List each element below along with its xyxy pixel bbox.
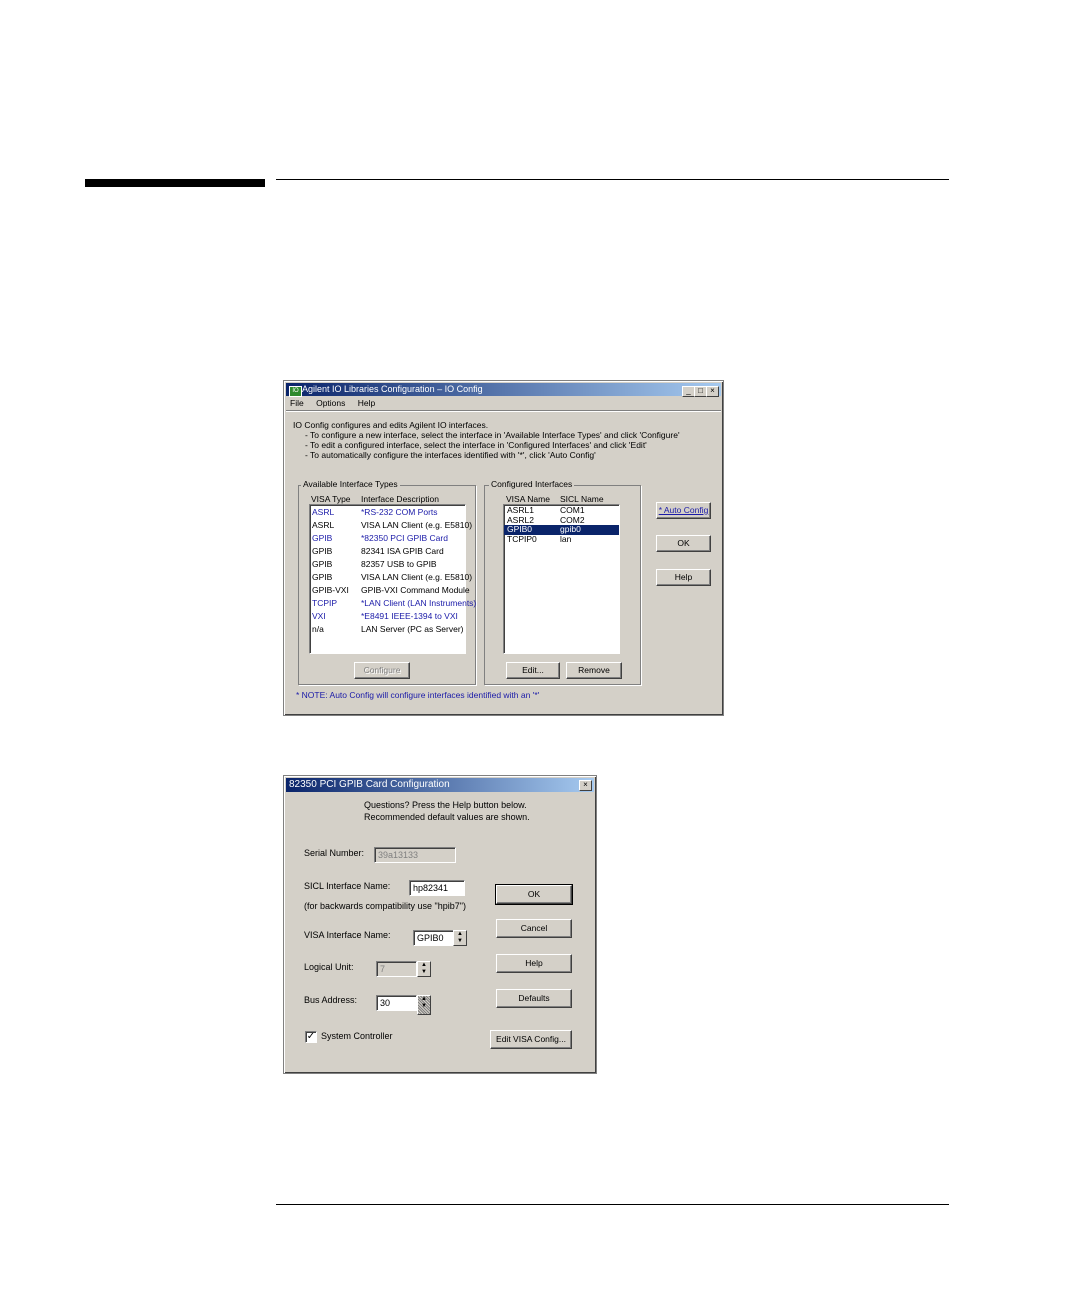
help-hint-line2: Recommended default values are shown.	[364, 812, 530, 822]
configure-button[interactable]: Configure	[354, 662, 410, 679]
interface-description-cell: LAN Server (PC as Server)	[361, 624, 464, 634]
col-sicl-name: SICL Name	[560, 494, 604, 504]
visa-type-cell: ASRL	[312, 520, 335, 530]
intro-line: - To configure a new interface, select t…	[305, 430, 680, 440]
edit-button[interactable]: Edit...	[506, 662, 560, 679]
menu-help[interactable]: Help	[358, 398, 375, 408]
interface-description-cell: *LAN Client (LAN Instruments)	[361, 598, 477, 608]
visa-type-cell: GPIB	[312, 559, 333, 569]
section-rule-thin	[276, 179, 949, 180]
visa-interface-stepper[interactable]: ▲ ▼	[453, 930, 467, 946]
available-interface-row[interactable]: TCPIP *LAN Client (LAN Instruments)	[310, 597, 476, 610]
interface-description-cell: 82357 USB to GPIB	[361, 559, 437, 569]
configured-rows: ASRL1 COM1 ASRL2 COM2 GPIB0 gpib0 TCPIP0 lan	[504, 505, 619, 544]
ok-button[interactable]: OK	[656, 535, 711, 552]
intro-line: - To edit a configured interface, select…	[305, 440, 647, 450]
configured-interfaces-list[interactable]: ASRL1 COM1 ASRL2 COM2 GPIB0 gpib0 TCPIP0 lan	[503, 504, 620, 654]
available-interface-row[interactable]: ASRL VISA LAN Client (e.g. E5810)	[310, 519, 472, 532]
serial-number-field: 39a13133	[374, 847, 456, 863]
help-hint-line1: Questions? Press the Help button below.	[364, 800, 527, 810]
footer-rule	[276, 1204, 949, 1205]
remove-button[interactable]: Remove	[566, 662, 622, 679]
serial-number-label: Serial Number:	[304, 848, 365, 858]
interface-description-cell: *E8491 IEEE-1394 to VXI	[361, 611, 458, 621]
visa-interface-input[interactable]: GPIB0	[413, 930, 454, 946]
cancel-button[interactable]: Cancel	[496, 919, 572, 938]
interface-description-cell: 82341 ISA GPIB Card	[361, 546, 444, 556]
logical-unit-input[interactable]: 7	[376, 961, 417, 977]
available-interface-row[interactable]: GPIB *82350 PCI GPIB Card	[310, 532, 465, 545]
available-interfaces-list[interactable]: ASRL *RS-232 COM Ports ASRL VISA LAN Client…	[309, 504, 476, 654]
logical-unit-stepper[interactable]: ▲ ▼	[417, 961, 431, 977]
available-interface-row[interactable]: ASRL *RS-232 COM Ports	[310, 506, 465, 519]
visa-type-cell: ASRL	[312, 507, 335, 517]
gpib-config-title-bar[interactable]: 82350 PCI GPIB Card Configuration ×	[286, 778, 594, 792]
menu-bar: File Options Help	[290, 398, 385, 408]
col-visa-name: VISA Name	[506, 494, 550, 504]
system-controller-checkbox[interactable]: ✓	[305, 1031, 317, 1043]
io-config-title: Agilent IO Libraries Configuration – IO …	[302, 384, 483, 394]
auto-config-button[interactable]: * Auto Config	[656, 502, 711, 519]
col-visa-type: VISA Type	[311, 494, 351, 504]
available-rows: ASRL *RS-232 COM Ports ASRL VISA LAN Client…	[310, 505, 476, 636]
intro-text: IO Config configures and edits Agilent I…	[293, 420, 680, 460]
configured-interface-row[interactable]: TCPIP0 lan	[504, 533, 619, 545]
visa-type-cell: GPIB	[312, 572, 333, 582]
defaults-button[interactable]: Defaults	[496, 989, 572, 1008]
io-config-title-bar[interactable]: IO Agilent IO Libraries Configuration – …	[286, 383, 721, 397]
available-interface-row[interactable]: n/a LAN Server (PC as Server)	[310, 623, 465, 636]
bus-address-label: Bus Address:	[304, 995, 358, 1005]
available-interface-row[interactable]: GPIB 82357 USB to GPIB	[310, 558, 465, 571]
sicl-interface-label: SICL Interface Name:	[304, 881, 391, 891]
agilent-io-icon: IO	[289, 386, 302, 397]
interface-description-cell: *82350 PCI GPIB Card	[361, 533, 448, 543]
col-interface-description: Interface Description	[361, 494, 439, 504]
gpib-config-title: 82350 PCI GPIB Card Configuration	[289, 779, 450, 790]
auto-config-note: * NOTE: Auto Config will configure inter…	[296, 690, 540, 700]
visa-type-cell: GPIB	[312, 533, 333, 543]
close-icon[interactable]: ×	[579, 780, 592, 791]
interface-description-cell: VISA LAN Client (e.g. E5810)	[361, 572, 473, 582]
visa-type-cell: n/a	[312, 624, 324, 634]
compat-note: (for backwards compatibility use "hpib7"…	[304, 901, 466, 911]
visa-type-cell: GPIB	[312, 546, 333, 556]
visa-type-cell: VXI	[312, 611, 326, 621]
menu-options[interactable]: Options	[316, 398, 345, 408]
available-interface-row[interactable]: VXI *E8491 IEEE-1394 to VXI	[310, 610, 465, 623]
help-button[interactable]: Help	[656, 569, 711, 586]
interface-description-cell: VISA LAN Client (e.g. E5810)	[361, 520, 473, 530]
sicl-name-cell: lan	[560, 533, 572, 544]
section-rule-thick	[85, 179, 265, 187]
visa-interface-label: VISA Interface Name:	[304, 930, 391, 940]
interface-description-cell: GPIB-VXI Command Module	[361, 585, 470, 595]
available-interface-row[interactable]: GPIB VISA LAN Client (e.g. E5810)	[310, 571, 472, 584]
bus-address-input[interactable]: 30	[376, 995, 417, 1011]
visa-type-cell: GPIB-VXI	[312, 585, 349, 595]
available-interface-row[interactable]: GPIB-VXI GPIB-VXI Command Module	[310, 584, 470, 597]
visa-name-cell: TCPIP0	[507, 533, 537, 544]
logical-unit-label: Logical Unit:	[304, 962, 354, 972]
checkmark-icon: ✓	[306, 1031, 316, 1042]
ok-button[interactable]: OK	[495, 884, 573, 905]
intro-line: IO Config configures and edits Agilent I…	[293, 420, 489, 430]
io-config-window: IO Agilent IO Libraries Configuration – …	[283, 380, 724, 716]
menu-file[interactable]: File	[290, 398, 304, 408]
intro-line: - To automatically configure the interfa…	[305, 450, 596, 460]
edit-visa-config-button[interactable]: Edit VISA Config...	[490, 1030, 572, 1049]
sicl-interface-input[interactable]: hp82341	[409, 880, 465, 896]
system-controller-label: System Controller	[321, 1031, 393, 1041]
help-button[interactable]: Help	[496, 954, 572, 973]
visa-type-cell: TCPIP	[312, 598, 338, 608]
menu-separator	[286, 410, 721, 411]
bus-address-stepper[interactable]: ▲ ▼	[417, 995, 431, 1015]
available-interfaces-label: Available Interface Types	[301, 479, 400, 489]
close-icon[interactable]: ×	[706, 386, 719, 397]
configured-interfaces-label: Configured Interfaces	[489, 479, 575, 489]
gpib-card-config-window: 82350 PCI GPIB Card Configuration × Ques…	[283, 775, 597, 1074]
interface-description-cell: *RS-232 COM Ports	[361, 507, 438, 517]
available-interface-row[interactable]: GPIB 82341 ISA GPIB Card	[310, 545, 465, 558]
